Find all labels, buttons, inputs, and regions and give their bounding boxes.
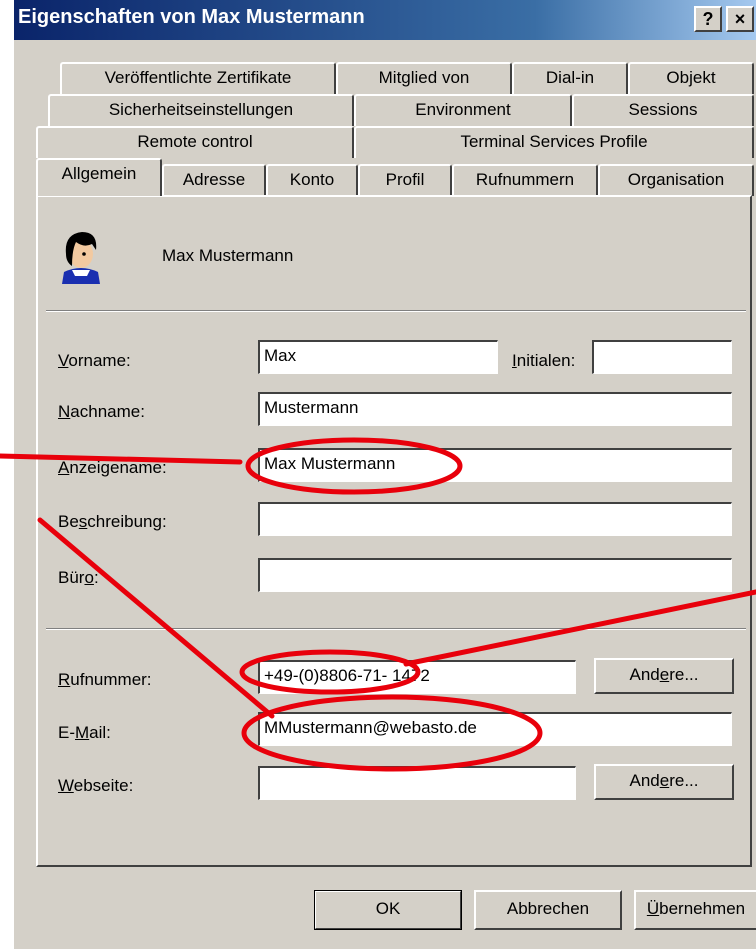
close-button[interactable]: × — [726, 6, 754, 32]
tab-environment[interactable]: Environment — [354, 94, 572, 126]
beschreibung-input[interactable] — [258, 502, 732, 536]
initialen-input[interactable] — [592, 340, 732, 374]
tab-remote-control[interactable]: Remote control — [36, 126, 354, 158]
tab-profil[interactable]: Profil — [358, 164, 452, 196]
window-title: Eigenschaften von Max Mustermann — [18, 6, 365, 28]
webseite-input[interactable] — [258, 766, 576, 800]
rufnummer-input[interactable]: +49-(0)8806-71- 1472 — [258, 660, 576, 694]
cancel-button[interactable]: Abbrechen — [474, 890, 622, 930]
divider-top — [46, 310, 746, 312]
nachname-input[interactable]: Mustermann — [258, 392, 732, 426]
help-icon: ? — [702, 9, 714, 29]
tab-veroeffentlichte-zertifikate[interactable]: Veröffentlichte Zertifikate — [60, 62, 336, 94]
tab-sicherheitseinstellungen[interactable]: Sicherheitseinstellungen — [48, 94, 354, 126]
close-icon: × — [734, 9, 746, 29]
tab-adresse[interactable]: Adresse — [162, 164, 266, 196]
rufnummer-label: Rufnummer: — [58, 670, 152, 689]
tab-mitglied-von[interactable]: Mitglied von — [336, 62, 512, 94]
tab-organisation[interactable]: Organisation — [598, 164, 754, 196]
tab-allgemein[interactable]: Allgemein — [36, 158, 162, 196]
apply-button[interactable]: Übernehmen — [634, 890, 756, 930]
tab-rufnummern[interactable]: Rufnummern — [452, 164, 598, 196]
anzeigename-input[interactable]: Max Mustermann — [258, 448, 732, 482]
divider-middle — [46, 628, 746, 630]
anzeigename-label: Anzeigename: — [58, 458, 167, 477]
title-bar[interactable]: Eigenschaften von Max Mustermann ? × — [14, 0, 756, 40]
initialen-label: Initialen: — [512, 351, 576, 370]
properties-dialog: Eigenschaften von Max Mustermann ? × Ver… — [12, 0, 756, 949]
andere-phone-button[interactable]: Andere... — [594, 658, 734, 694]
buero-label: Büro: — [58, 568, 99, 587]
beschreibung-label: Beschreibung: — [58, 512, 167, 531]
vorname-label: Vorname: — [58, 351, 131, 370]
user-icon — [62, 232, 100, 284]
buero-input[interactable] — [258, 558, 732, 592]
user-display-name: Max Mustermann — [162, 246, 294, 265]
tab-objekt[interactable]: Objekt — [628, 62, 754, 94]
tab-sessions[interactable]: Sessions — [572, 94, 754, 126]
email-input[interactable]: MMustermann@webasto.de — [258, 712, 732, 746]
ok-button[interactable]: OK — [314, 890, 462, 930]
andere-web-button[interactable]: Andere... — [594, 764, 734, 800]
tab-terminal-services-profile[interactable]: Terminal Services Profile — [354, 126, 754, 158]
tab-dial-in[interactable]: Dial-in — [512, 62, 628, 94]
webseite-label: Webseite: — [58, 776, 134, 795]
tab-konto[interactable]: Konto — [266, 164, 358, 196]
nachname-label: Nachname: — [58, 402, 145, 421]
help-button[interactable]: ? — [694, 6, 722, 32]
email-label: E-Mail: — [58, 723, 111, 742]
vorname-input[interactable]: Max — [258, 340, 498, 374]
